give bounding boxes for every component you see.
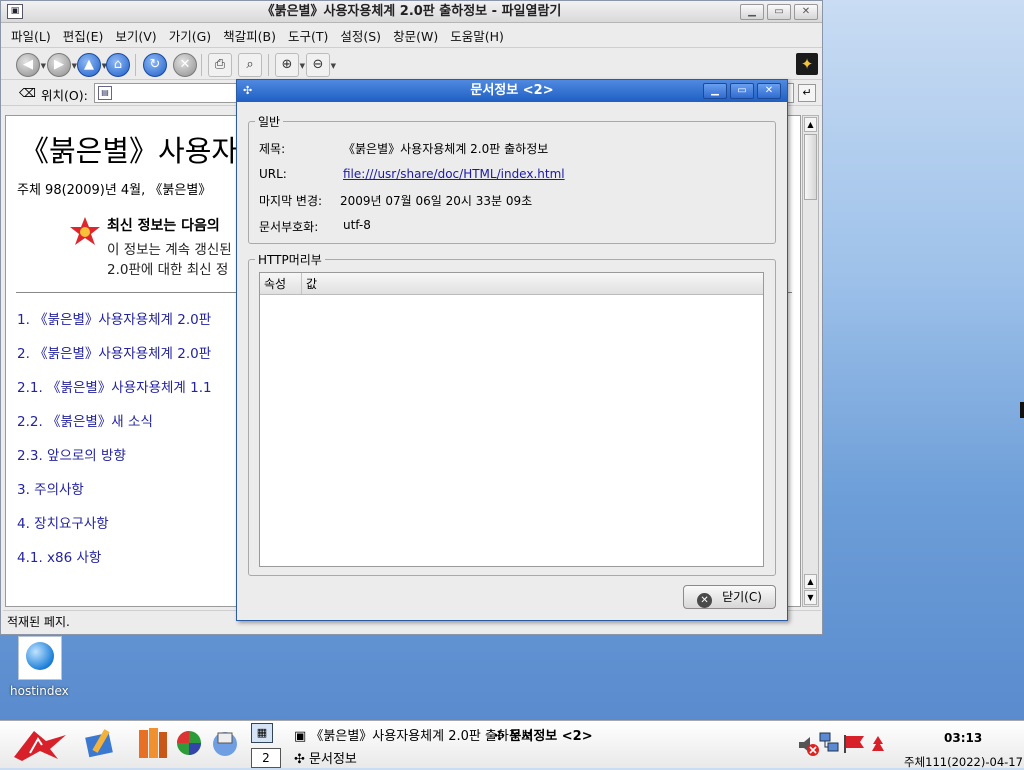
page-heading: 《붉은별》사용자 (20, 134, 239, 168)
app-logo-icon: ✦ (796, 53, 818, 75)
go-icon[interactable]: ↵ (798, 84, 816, 102)
news-line: 이 정보는 계속 갱신된 (107, 242, 232, 258)
flag-icon[interactable] (842, 733, 866, 755)
close-window-button[interactable]: ✕ (794, 4, 818, 20)
reload-icon[interactable]: ↻ (143, 53, 167, 77)
menu-settings[interactable]: 설정(S) (334, 26, 387, 45)
modified-value: 2009년 07월 06일 20시 33분 09초 (340, 194, 533, 208)
toc-link[interactable]: 3. 주의사항 (17, 478, 84, 498)
up-icon[interactable]: ▲ ▼ (77, 53, 107, 77)
news-line: 2.0판에 대한 최신 정 (107, 262, 229, 278)
window-list-icon[interactable]: ▦ (251, 723, 273, 743)
globe-icon (26, 642, 54, 670)
menu-tools[interactable]: 도구(T) (282, 26, 334, 45)
web-browser-icon[interactable] (175, 729, 203, 757)
back-icon[interactable]: ◀ ▼ (16, 53, 46, 77)
scroll-thumb[interactable] (804, 134, 817, 200)
page-favicon-icon: ▤ (98, 86, 112, 100)
desktop-icon-label[interactable]: hostindex (10, 684, 69, 698)
http-group-label: HTTP머리부 (255, 251, 325, 268)
browser-titlebar[interactable]: ▣ 《붉은별》사용자용체계 2.0판 출하정보 - 파일열람기 ▁ ▭ ✕ (1, 1, 822, 23)
menu-go[interactable]: 가기(G) (163, 26, 217, 45)
menu-bar: 파일(L) 편집(E) 보기(V) 가기(G) 책갈피(B) 도구(T) 설정(… (1, 23, 822, 48)
modified-label: 마지막 변경: (259, 194, 323, 208)
office-suite-icon[interactable] (137, 726, 169, 760)
volume-muted-icon[interactable] (796, 733, 820, 757)
menu-window[interactable]: 창문(W) (387, 26, 444, 45)
maximize-button[interactable]: ▭ (767, 4, 791, 20)
workspace-switcher[interactable]: 2 (251, 748, 281, 768)
general-group: 일반 제목: 《붉은별》사용자용체계 2.0판 출하정보 URL: file:/… (248, 113, 776, 244)
dialog-close-button[interactable]: ✕ (757, 83, 781, 99)
zoom-in-icon[interactable]: ⊕ ▼ (275, 53, 305, 77)
minimize-button[interactable]: ▁ (740, 4, 764, 20)
notification-icon[interactable] (870, 735, 886, 753)
news-title: 최신 정보는 다음의 (107, 218, 220, 234)
document-info-dialog: ✣ 문서정보 <2> ▁ ▭ ✕ 일반 제목: 《붉은별》사용자용체계 2.0판… (236, 79, 788, 621)
news-star-icon (70, 217, 100, 245)
start-menu-icon[interactable] (10, 727, 70, 763)
stop-icon[interactable]: ✕ (173, 53, 197, 77)
close-icon: ✕ (697, 593, 713, 608)
scroll-up-icon[interactable]: ▲ (804, 117, 817, 132)
task-dialog-label: 문서정보 <2> (509, 729, 593, 744)
print-icon[interactable]: ⎙ (208, 53, 232, 77)
forward-icon[interactable]: ▶ ▼ (47, 53, 77, 77)
toc-link[interactable]: 2.1. 《붉은별》사용자용체계 1.1 (17, 376, 212, 396)
editor-icon[interactable] (84, 727, 118, 761)
page-intro: 주체 98(2009)년 4월, 《붉은별》 (17, 183, 212, 198)
zoom-out-icon[interactable]: ⊖ ▼ (306, 53, 336, 77)
general-group-label: 일반 (255, 113, 284, 130)
toc-link[interactable]: 2.3. 앞으로의 방향 (17, 444, 126, 464)
toc-link[interactable]: 4. 장치요구사항 (17, 512, 109, 532)
vertical-scrollbar[interactable]: ▲ ▲ ▼ (802, 115, 819, 607)
home-icon[interactable]: ⌂ (106, 53, 130, 77)
url-link[interactable]: file:///usr/share/doc/HTML/index.html (343, 167, 565, 181)
dialog-minimize-button[interactable]: ▁ (703, 83, 727, 99)
task-dialog[interactable]: ✣ 문서정보 <2> (494, 725, 593, 744)
network-icon[interactable] (818, 731, 840, 755)
title-value: 《붉은별》사용자용체계 2.0판 출하정보 (343, 142, 549, 156)
mouse-cursor (1020, 402, 1024, 418)
title-label: 제목: (259, 142, 286, 156)
toc-link[interactable]: 1. 《붉은별》사용자용체계 2.0판 (17, 308, 211, 328)
toolbar: ◀ ▼ ▶ ▼ ▲ ▼ ⌂ ↻ ✕ ⎙ ⌕ ⊕ ▼ ⊖ ▼ ✦ (1, 48, 822, 80)
menu-bookmarks[interactable]: 책갈피(B) (217, 26, 282, 45)
scroll-up-icon[interactable]: ▲ (804, 574, 817, 589)
clock[interactable]: 03:13 (944, 731, 982, 745)
window-title: 《붉은별》사용자용체계 2.0판 출하정보 - 파일열람기 (261, 4, 562, 19)
clear-location-icon[interactable]: ⌫ (19, 86, 36, 100)
scroll-down-icon[interactable]: ▼ (804, 590, 817, 605)
menu-file[interactable]: 파일(L) (5, 26, 57, 45)
close-button-label: 닫기(C) (722, 590, 762, 604)
task-info-label: 문서정보 (309, 752, 357, 767)
toc-link[interactable]: 4.1. x86 사항 (17, 546, 101, 566)
menu-help[interactable]: 도움말(H) (444, 26, 510, 45)
url-label: URL: (259, 167, 287, 181)
http-headers-list[interactable]: 속성 값 (259, 272, 764, 567)
find-icon[interactable]: ⌕ (238, 53, 262, 77)
menu-edit[interactable]: 편집(E) (57, 26, 110, 45)
hostindex-desktop-icon[interactable] (18, 636, 62, 680)
toc-link[interactable]: 2.2. 《붉은별》새 소식 (17, 410, 153, 430)
file-manager-icon[interactable] (210, 727, 240, 759)
dialog-maximize-button[interactable]: ▭ (730, 83, 754, 99)
dialog-titlebar[interactable]: ✣ 문서정보 <2> ▁ ▭ ✕ (237, 80, 787, 102)
http-headers-group: HTTP머리부 속성 값 (248, 251, 776, 576)
column-header-value[interactable]: 값 (302, 273, 763, 294)
location-label: 위치(O): (41, 88, 88, 103)
encoding-value: utf-8 (343, 218, 371, 232)
taskbar: ▦ 2 ▣ 《붉은별》사용자용체계 2.0판 출하정보 ✣ 문서정보 <2> ✣… (0, 720, 1024, 769)
task-info[interactable]: ✣ 문서정보 (294, 748, 357, 767)
menu-view[interactable]: 보기(V) (109, 26, 162, 45)
column-header-attribute[interactable]: 속성 (260, 273, 302, 294)
encoding-label: 문서부호화: (259, 220, 319, 234)
list-header: 속성 값 (260, 273, 763, 295)
close-button[interactable]: ✕ 닫기(C) (683, 585, 776, 609)
toc-link[interactable]: 2. 《붉은별》사용자용체계 2.0판 (17, 342, 211, 362)
